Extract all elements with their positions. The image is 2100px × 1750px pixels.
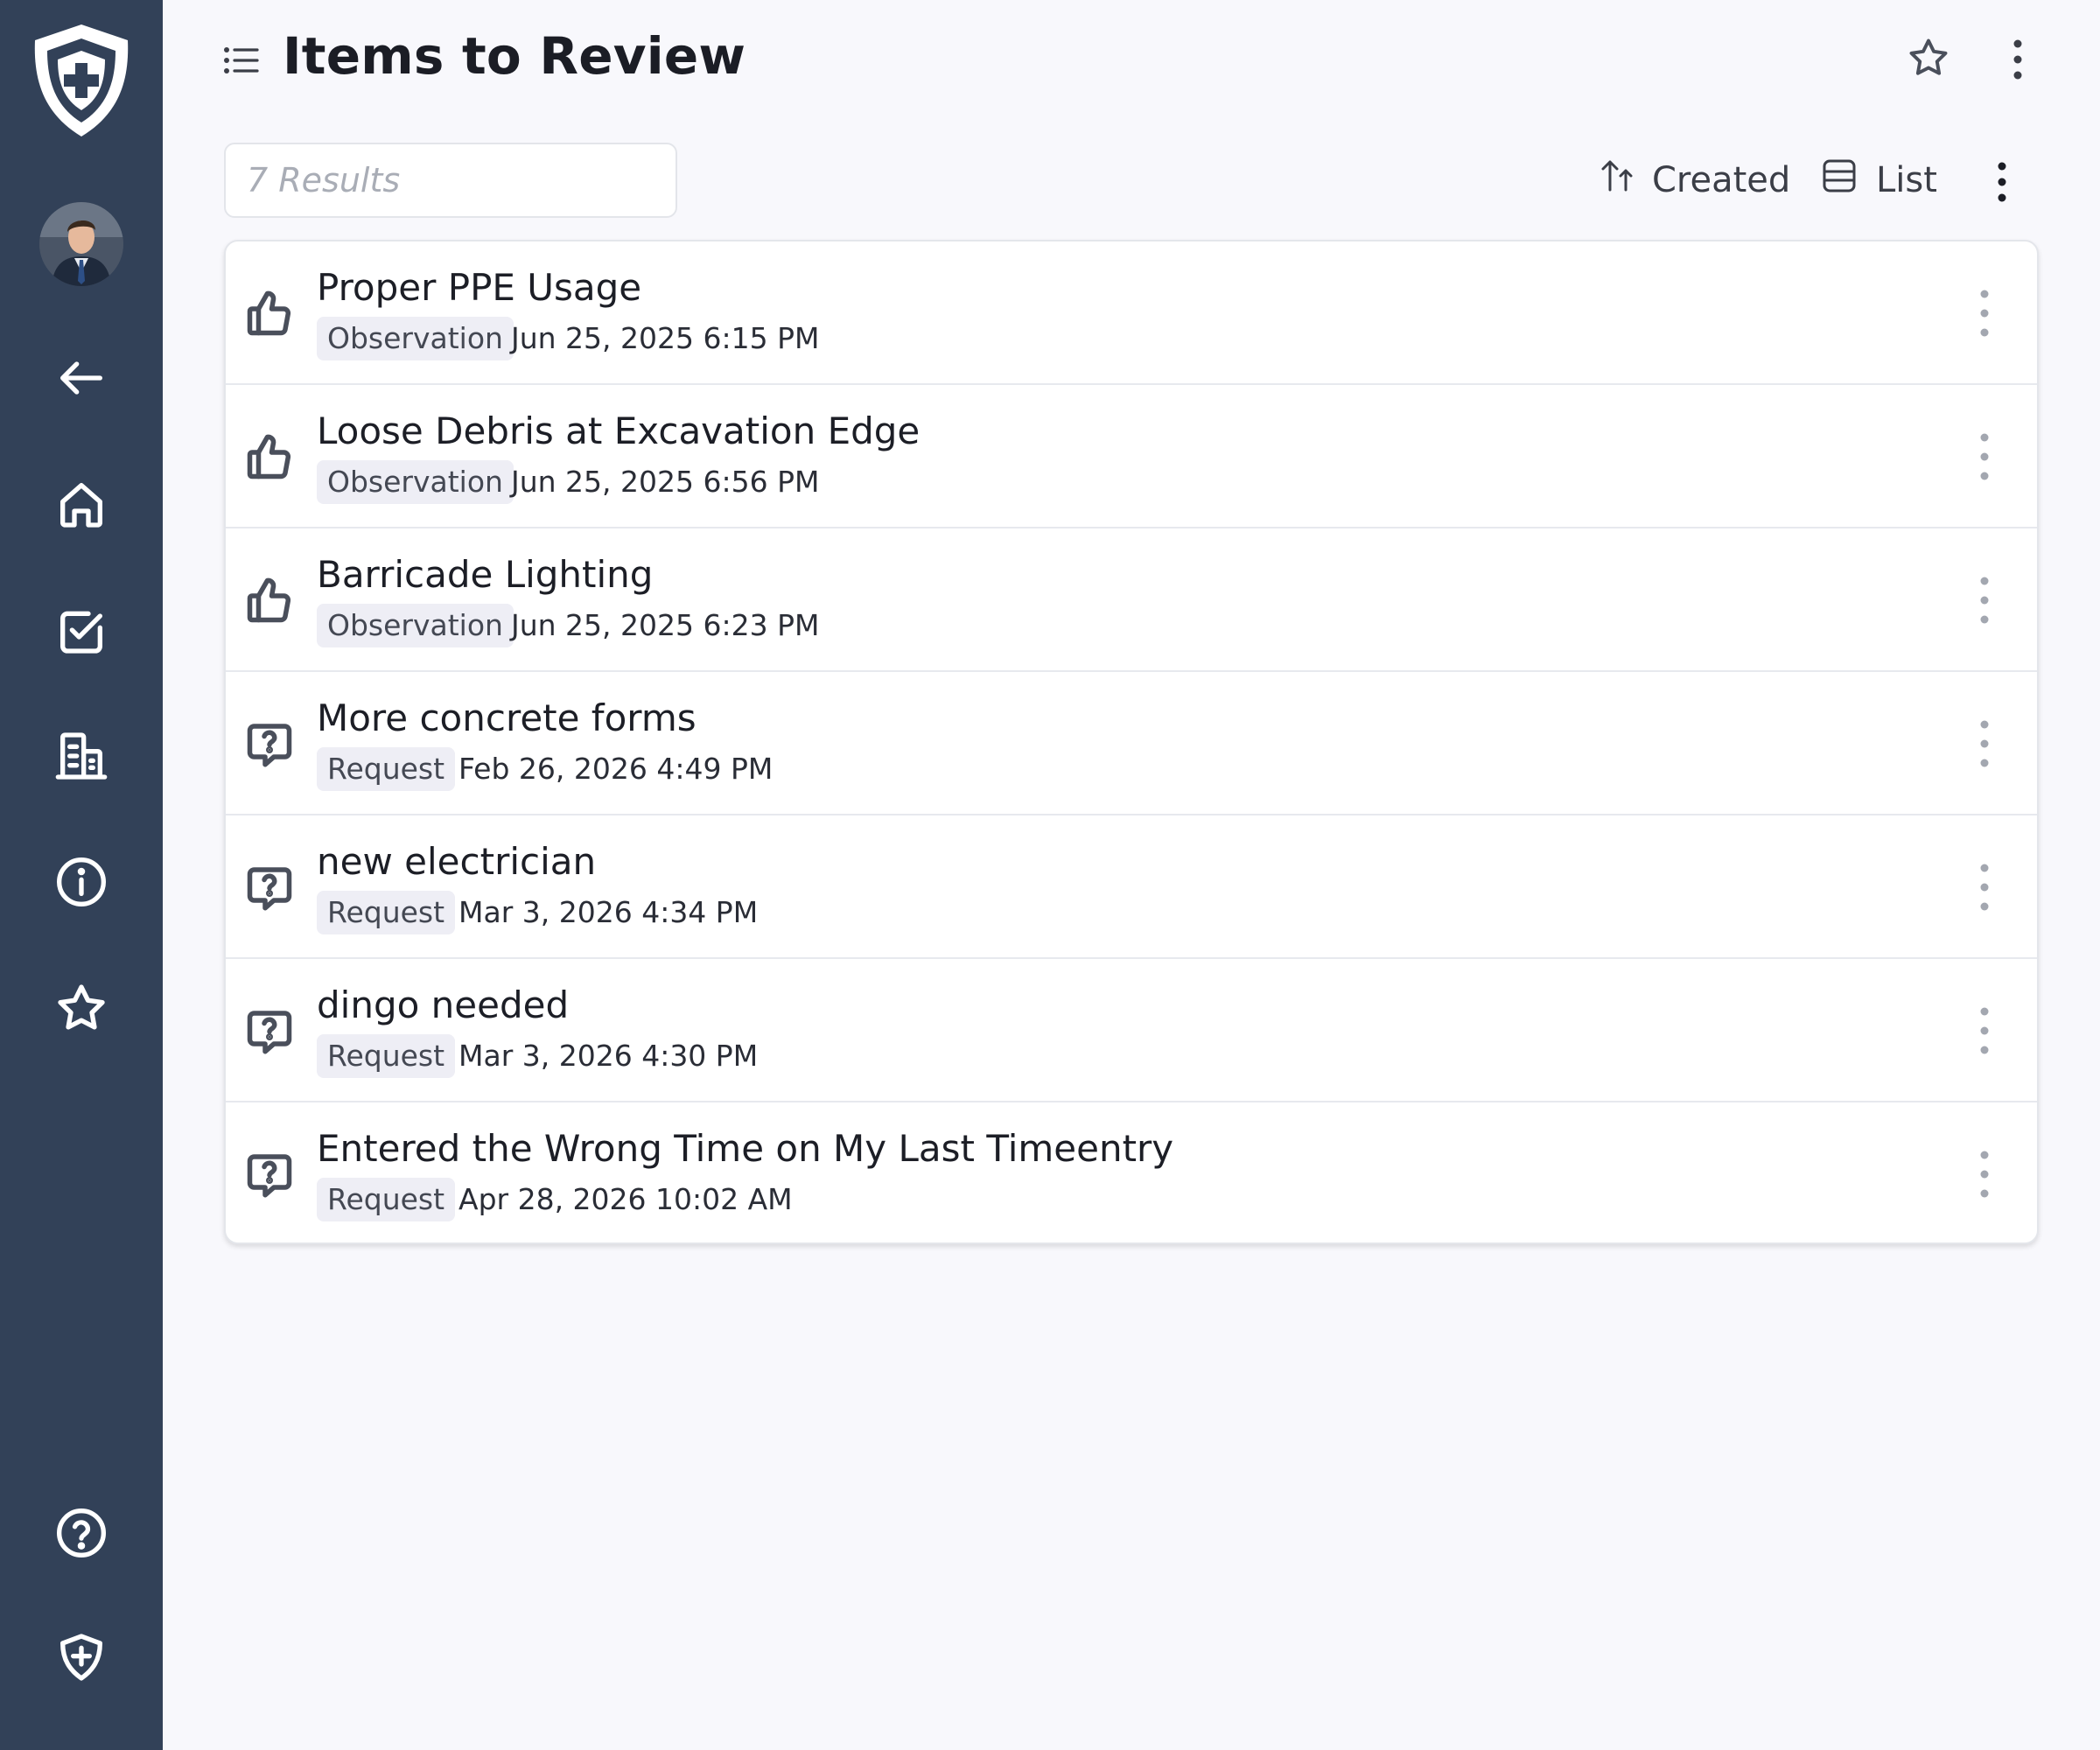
help-circle-icon[interactable]	[0, 1480, 163, 1586]
list-item[interactable]: Proper PPE Usage Observation Jun 25, 202…	[226, 242, 2037, 385]
item-title: Barricade Lighting	[317, 553, 654, 596]
avatar[interactable]	[39, 202, 123, 286]
item-type-badge: Request	[317, 747, 456, 791]
list-item[interactable]: Barricade Lighting Observation Jun 25, 2…	[226, 528, 2037, 672]
list-view-icon	[1820, 157, 1858, 204]
row-more-icon[interactable]	[1967, 1003, 2002, 1059]
arrow-left-icon[interactable]	[0, 326, 163, 430]
question-bubble-icon	[243, 718, 296, 770]
sort-label: Created	[1652, 160, 1791, 200]
item-type-badge: Request	[317, 1178, 456, 1222]
star-icon[interactable]	[0, 956, 163, 1060]
sort-ascending-icon	[1600, 157, 1638, 204]
row-more-icon[interactable]	[1967, 572, 2002, 628]
item-type-badge: Request	[317, 1034, 456, 1078]
item-title: Proper PPE Usage	[317, 266, 642, 309]
item-date: Jun 25, 2025 6:56 PM	[511, 465, 820, 499]
item-title: More concrete forms	[317, 696, 696, 739]
item-date: Jun 25, 2025 6:15 PM	[511, 321, 820, 355]
view-label: List	[1876, 160, 1937, 200]
search-input[interactable]	[224, 143, 677, 218]
list-menu-icon[interactable]	[219, 38, 262, 82]
question-bubble-icon	[243, 861, 296, 914]
shield-icon[interactable]	[0, 1605, 163, 1710]
more-vertical-icon[interactable]	[2000, 35, 2035, 84]
question-bubble-icon	[243, 1004, 296, 1057]
item-type-badge: Observation	[317, 317, 514, 360]
item-type-badge: Request	[317, 891, 456, 934]
page-title: Items to Review	[283, 26, 746, 86]
thumbs-up-icon	[243, 430, 296, 483]
row-more-icon[interactable]	[1967, 716, 2002, 772]
row-more-icon[interactable]	[1967, 429, 2002, 485]
item-type-badge: Observation	[317, 460, 514, 504]
thumbs-up-icon	[243, 574, 296, 626]
view-mode-button[interactable]: List	[1820, 154, 1937, 206]
building-icon[interactable]	[0, 704, 163, 808]
sidebar	[0, 0, 163, 1750]
item-title: new electrician	[317, 840, 597, 883]
info-icon[interactable]	[0, 830, 163, 934]
list-item[interactable]: More concrete forms Request Feb 26, 2026…	[226, 672, 2037, 816]
row-more-icon[interactable]	[1967, 1146, 2002, 1202]
item-date: Feb 26, 2026 4:49 PM	[458, 752, 774, 786]
question-bubble-icon	[243, 1148, 296, 1200]
item-date: Mar 3, 2026 4:30 PM	[458, 1039, 759, 1073]
thumbs-up-icon	[243, 287, 296, 340]
shield-logo-icon[interactable]	[24, 19, 138, 142]
row-more-icon[interactable]	[1967, 285, 2002, 341]
list-item[interactable]: dingo needed Request Mar 3, 2026 4:30 PM	[226, 959, 2037, 1102]
sort-button[interactable]: Created	[1600, 154, 1790, 206]
favorite-star-icon[interactable]	[1906, 35, 1951, 80]
item-date: Jun 25, 2025 6:23 PM	[511, 608, 820, 642]
row-more-icon[interactable]	[1967, 859, 2002, 915]
items-list: Proper PPE Usage Observation Jun 25, 202…	[224, 240, 2039, 1244]
item-date: Mar 3, 2026 4:34 PM	[458, 895, 759, 929]
item-date: Apr 28, 2026 10:02 AM	[458, 1182, 793, 1216]
item-title: dingo needed	[317, 984, 570, 1026]
list-item[interactable]: Entered the Wrong Time on My Last Timeen…	[226, 1102, 2037, 1242]
item-title: Loose Debris at Excavation Edge	[317, 410, 920, 452]
list-item[interactable]: new electrician Request Mar 3, 2026 4:34…	[226, 816, 2037, 959]
home-icon[interactable]	[0, 452, 163, 556]
item-type-badge: Observation	[317, 604, 514, 648]
list-item[interactable]: Loose Debris at Excavation Edge Observat…	[226, 385, 2037, 528]
item-title: Entered the Wrong Time on My Last Timeen…	[317, 1127, 1174, 1170]
more-vertical-icon[interactable]	[1984, 158, 2020, 206]
checkbox-icon[interactable]	[0, 578, 163, 682]
